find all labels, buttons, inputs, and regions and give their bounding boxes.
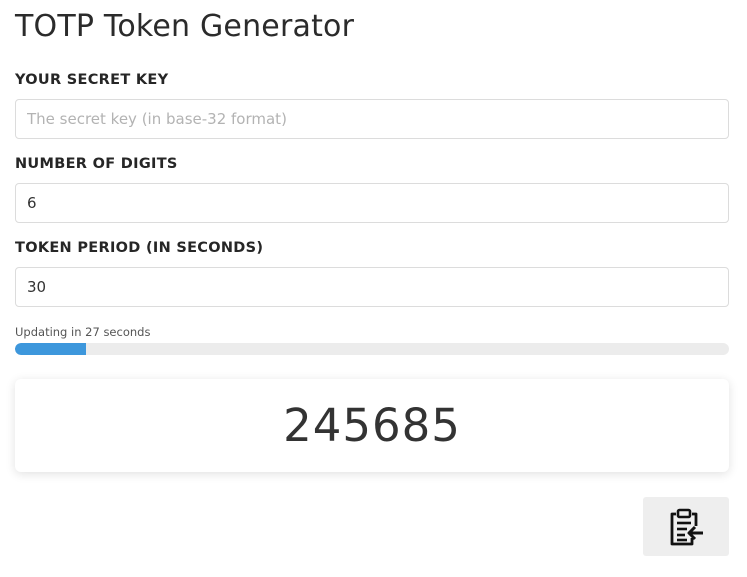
- progress-bar: [15, 343, 729, 355]
- progress-status-text: Updating in 27 seconds: [15, 325, 151, 339]
- clipboard-copy-icon: [666, 507, 706, 547]
- period-input[interactable]: [15, 267, 729, 307]
- secret-key-input[interactable]: [15, 99, 729, 139]
- period-label: TOKEN PERIOD (IN SECONDS): [15, 240, 264, 256]
- digits-input[interactable]: [15, 183, 729, 223]
- copy-token-button[interactable]: [643, 497, 729, 556]
- page-title: TOTP Token Generator: [15, 9, 355, 44]
- token-card: 245685: [15, 379, 729, 472]
- progress-bar-fill: [15, 343, 87, 355]
- digits-label: NUMBER OF DIGITS: [15, 156, 178, 172]
- totp-page: TOTP Token Generator YOUR SECRET KEY NUM…: [0, 0, 747, 577]
- secret-key-label: YOUR SECRET KEY: [15, 72, 169, 88]
- token-value: 245685: [283, 399, 461, 452]
